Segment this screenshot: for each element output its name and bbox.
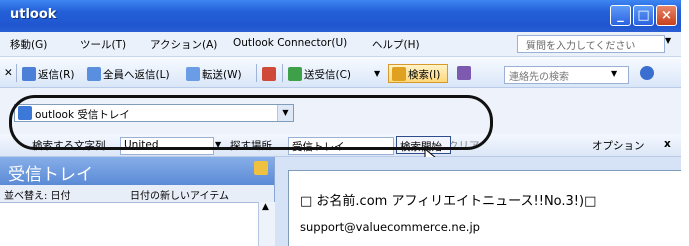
reply-all-button[interactable]: 全員へ返信(L)	[103, 67, 170, 82]
forward-icon	[186, 67, 200, 81]
send-receive-icon	[288, 67, 302, 81]
ask-dropdown-icon[interactable]: ▼	[665, 36, 671, 45]
contact-dropdown-icon[interactable]: ▼	[611, 69, 617, 78]
message-subject: □ お名前.com アフィリエイトニュース!!No.3!)□	[300, 194, 597, 209]
right-edge	[681, 0, 689, 246]
title-bar: utlook _ □ ×	[0, 0, 681, 32]
address-book-icon[interactable]	[457, 66, 471, 80]
message-sender[interactable]: support@valuecommerce.ne.jp	[300, 220, 480, 234]
close-icon: ×	[661, 8, 672, 23]
reply-button[interactable]: 返信(R)	[38, 67, 75, 82]
menu-item-go[interactable]: 移動(G)	[10, 37, 47, 52]
folder-pane-header: 受信トレイ	[0, 157, 274, 185]
close-button[interactable]: ×	[656, 5, 677, 26]
reply-icon	[22, 67, 36, 81]
search-button-label: 検索(I)	[408, 69, 441, 81]
sort-order-label[interactable]: 日付の新しいアイテム	[130, 187, 229, 202]
help-icon[interactable]	[640, 66, 654, 80]
maximize-icon: □	[637, 8, 650, 23]
options-button[interactable]: オプション	[592, 138, 645, 153]
contact-search-placeholder: 連絡先の検索	[509, 72, 569, 83]
delete-icon[interactable]: ✕	[4, 67, 13, 79]
close-search-button[interactable]: x	[664, 138, 671, 150]
window-title: utlook	[10, 7, 57, 22]
minimize-icon: _	[617, 8, 624, 23]
folder-pane-title: 受信トレイ	[8, 165, 93, 185]
list-scrollbar[interactable]: ▲	[258, 202, 275, 246]
maximize-button[interactable]: □	[633, 5, 654, 26]
search-icon	[392, 67, 406, 81]
minimize-button[interactable]: _	[610, 5, 631, 26]
folder-icon	[254, 161, 268, 175]
menu-item-outlook-connector[interactable]: Outlook Connector(U)	[233, 37, 347, 49]
send-receive-button[interactable]: 送受信(C)	[304, 67, 351, 82]
send-receive-dropdown-icon[interactable]: ▼	[374, 69, 380, 78]
menu-item-help[interactable]: ヘルプ(H)	[372, 37, 420, 52]
sort-header[interactable]: 並べ替え: 日付 日付の新しいアイテム	[0, 185, 274, 203]
outlook-window: utlook _ □ × 移動(G) ツール(T) アクション(A) Outlo…	[0, 0, 681, 246]
sort-by-label[interactable]: 並べ替え: 日付	[4, 187, 71, 202]
search-toolbar-button[interactable]: 検索(I)	[388, 64, 448, 83]
reply-all-icon	[87, 67, 101, 81]
menu-item-actions[interactable]: アクション(A)	[150, 37, 217, 52]
scroll-up-icon[interactable]: ▲	[262, 202, 269, 212]
annotation-circle	[9, 95, 493, 150]
ask-question-placeholder: 質問を入力してください	[526, 41, 636, 52]
ask-question-box[interactable]: 質問を入力してください	[517, 35, 665, 53]
forward-button[interactable]: 転送(W)	[202, 67, 242, 82]
flag-icon[interactable]	[262, 67, 276, 81]
menu-item-tools[interactable]: ツール(T)	[80, 37, 126, 52]
